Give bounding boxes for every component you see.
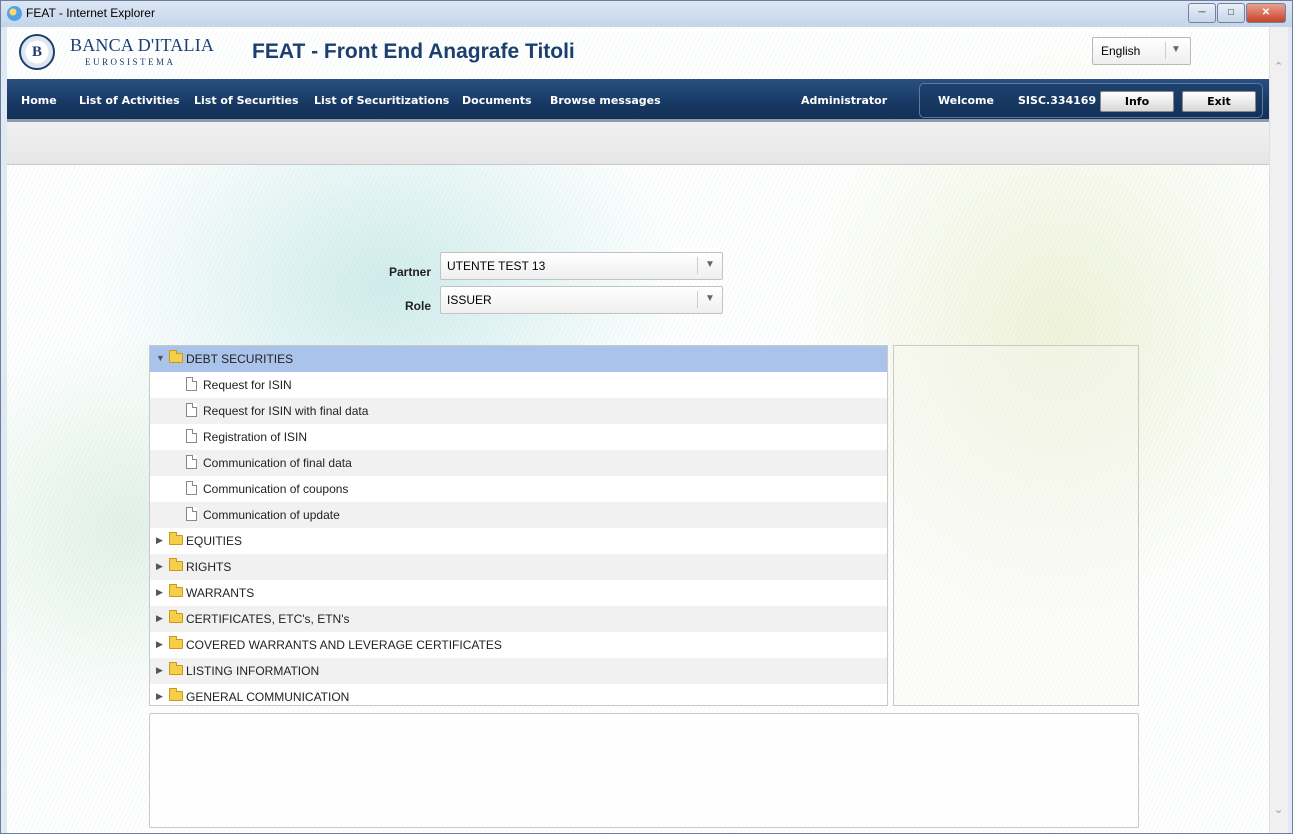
collapsed-arrow-icon[interactable]: ▶ <box>156 613 163 624</box>
activity-tree: ▼ DEBT SECURITIES Request for ISIN Reque… <box>149 345 888 706</box>
detail-panel <box>893 345 1139 706</box>
tree-leaf-label: Request for ISIN <box>203 378 292 392</box>
welcome-label: Welcome <box>938 94 994 107</box>
brand-subtitle: EUROSISTEMA <box>85 57 176 67</box>
tree-folder-rights[interactable]: ▶ RIGHTS <box>150 554 887 580</box>
toolbar-strip <box>7 122 1269 165</box>
folder-icon <box>169 532 183 545</box>
select-divider <box>697 257 698 274</box>
brand-name: BANCA D'ITALIA <box>70 35 215 55</box>
document-icon <box>186 429 197 443</box>
nav-browse-messages[interactable]: Browse messages <box>550 94 661 107</box>
tree-folder-debt-securities[interactable]: ▼ DEBT SECURITIES <box>150 346 887 372</box>
tree-leaf[interactable]: Request for ISIN <box>150 372 887 398</box>
folder-icon <box>169 558 183 571</box>
info-button[interactable]: Info <box>1100 91 1174 112</box>
nav-list-of-securities[interactable]: List of Securities <box>194 94 299 107</box>
collapsed-arrow-icon[interactable]: ▶ <box>156 691 163 702</box>
tree-leaf[interactable]: Registration of ISIN <box>150 424 887 450</box>
nav-documents[interactable]: Documents <box>462 94 532 107</box>
logo-letter: B <box>31 44 42 60</box>
user-id: SISC.334169 <box>1018 94 1097 107</box>
tree-folder-label: RIGHTS <box>186 560 232 574</box>
document-icon <box>186 403 197 417</box>
close-button[interactable]: ✕ <box>1246 3 1286 23</box>
window-title: FEAT - Internet Explorer <box>26 6 155 20</box>
tree-folder-label: LISTING INFORMATION <box>186 664 320 678</box>
collapsed-arrow-icon[interactable]: ▶ <box>156 535 163 546</box>
collapsed-arrow-icon[interactable]: ▶ <box>156 639 163 650</box>
tree-folder-covered-warrants[interactable]: ▶ COVERED WARRANTS AND LEVERAGE CERTIFIC… <box>150 632 887 658</box>
document-icon <box>186 455 197 469</box>
role-label: Role <box>404 299 431 313</box>
folder-open-icon <box>169 350 183 363</box>
tree-folder-label: DEBT SECURITIES <box>186 352 294 366</box>
tree-folder-warrants[interactable]: ▶ WARRANTS <box>150 580 887 606</box>
nav-administrator[interactable]: Administrator <box>801 94 887 107</box>
document-icon <box>186 507 197 521</box>
title-bar: FEAT - Internet Explorer ─ □ ✕ <box>1 1 1292 27</box>
tree-leaf-label: Communication of final data <box>203 456 352 470</box>
language-select[interactable]: English ▼ <box>1092 37 1191 65</box>
document-icon <box>186 481 197 495</box>
page-content: B BANCA D'ITALIA EUROSISTEMA FEAT - Fron… <box>7 27 1288 833</box>
chevron-down-icon: ▼ <box>1171 44 1181 55</box>
chevron-down-icon[interactable]: ⌄ <box>1274 803 1283 816</box>
tree-leaf[interactable]: Request for ISIN with final data <box>150 398 887 424</box>
partner-select[interactable]: UTENTE TEST 13 ▼ <box>440 252 723 280</box>
language-value: English <box>1101 44 1141 58</box>
tree-folder-general-communication[interactable]: ▶ GENERAL COMMUNICATION <box>150 684 887 705</box>
tree-leaf-label: Communication of coupons <box>203 482 349 496</box>
partner-label: Partner <box>388 265 431 279</box>
document-icon <box>186 377 197 391</box>
role-select[interactable]: ISSUER ▼ <box>440 286 723 314</box>
folder-icon <box>169 610 183 623</box>
tree-leaf-label: Communication of update <box>203 508 340 522</box>
tree-leaf-label: Request for ISIN with final data <box>203 404 369 418</box>
browser-window: FEAT - Internet Explorer ─ □ ✕ B BANCA D… <box>0 0 1293 834</box>
collapsed-arrow-icon[interactable]: ▶ <box>156 665 163 676</box>
message-panel <box>149 713 1139 828</box>
user-panel: Welcome SISC.334169 Info Exit <box>919 83 1263 118</box>
tree-leaf[interactable]: Communication of final data <box>150 450 887 476</box>
app-title: FEAT - Front End Anagrafe Titoli <box>252 40 575 63</box>
tree-folder-certificates[interactable]: ▶ CERTIFICATES, ETC's, ETN's <box>150 606 887 632</box>
internet-explorer-icon <box>7 6 22 21</box>
tree-folder-listing-information[interactable]: ▶ LISTING INFORMATION <box>150 658 887 684</box>
folder-icon <box>169 584 183 597</box>
chevron-down-icon: ▼ <box>705 259 715 270</box>
tree-folder-label: CERTIFICATES, ETC's, ETN's <box>186 612 350 626</box>
tree-folder-label: EQUITIES <box>186 534 243 548</box>
select-divider <box>697 291 698 308</box>
chevron-up-icon[interactable]: ⌃ <box>1274 60 1283 73</box>
bank-logo-icon: B <box>19 34 55 70</box>
role-value: ISSUER <box>447 293 492 307</box>
vertical-scrollbar[interactable]: ⌃ ⌄ <box>1269 27 1288 833</box>
tree-folder-equities[interactable]: ▶ EQUITIES <box>150 528 887 554</box>
window-controls: ─ □ ✕ <box>1187 3 1286 23</box>
nav-list-of-activities[interactable]: List of Activities <box>79 94 180 107</box>
minimize-button[interactable]: ─ <box>1188 3 1216 23</box>
folder-icon <box>169 636 183 649</box>
tree-leaf-label: Registration of ISIN <box>203 430 308 444</box>
main-nav: Home List of Activities List of Securiti… <box>7 79 1269 122</box>
tree-leaf[interactable]: Communication of update <box>150 502 887 528</box>
nav-list-of-securitizations[interactable]: List of Securitizations <box>314 94 449 107</box>
collapsed-arrow-icon[interactable]: ▶ <box>156 587 163 598</box>
folder-icon <box>169 688 183 701</box>
page-header: B BANCA D'ITALIA EUROSISTEMA FEAT - Fron… <box>7 27 1269 79</box>
tree-folder-label: GENERAL COMMUNICATION <box>186 690 350 704</box>
maximize-button[interactable]: □ <box>1217 3 1245 23</box>
select-divider <box>1165 42 1166 59</box>
tree-folder-label: WARRANTS <box>186 586 255 600</box>
partner-value: UTENTE TEST 13 <box>447 259 546 273</box>
collapsed-arrow-icon[interactable]: ▶ <box>156 561 163 572</box>
exit-button[interactable]: Exit <box>1182 91 1256 112</box>
chevron-down-icon: ▼ <box>705 293 715 304</box>
folder-icon <box>169 662 183 675</box>
tree-folder-label: COVERED WARRANTS AND LEVERAGE CERTIFICAT… <box>186 638 502 652</box>
tree-leaf[interactable]: Communication of coupons <box>150 476 887 502</box>
nav-home[interactable]: Home <box>21 94 57 107</box>
expanded-arrow-icon[interactable]: ▼ <box>156 353 165 363</box>
